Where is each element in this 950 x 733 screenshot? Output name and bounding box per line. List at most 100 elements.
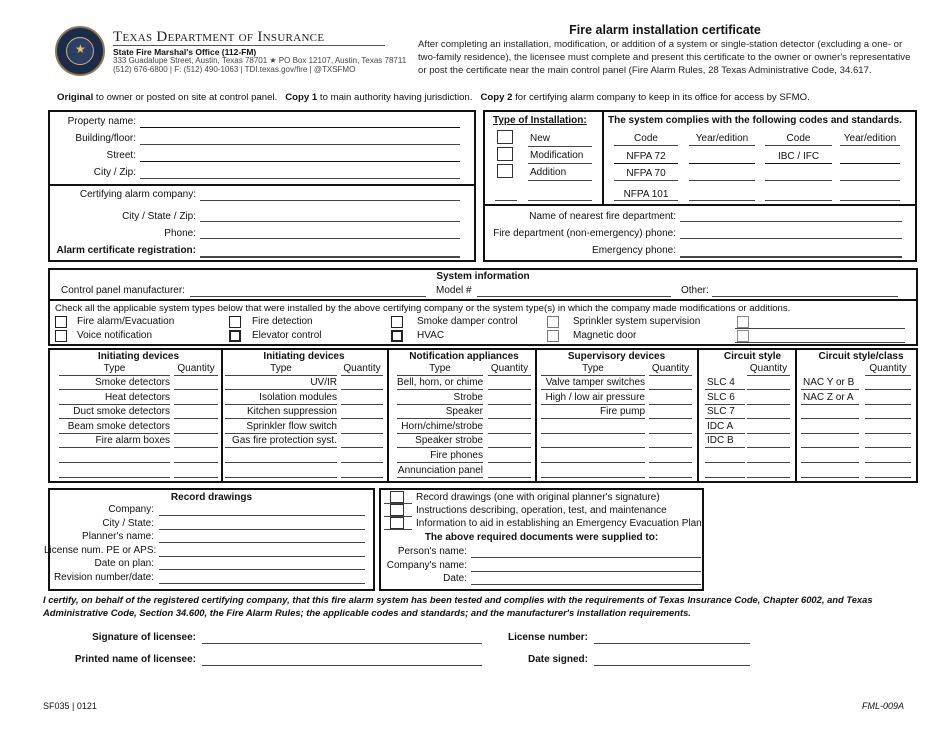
person-name-field[interactable] — [471, 557, 701, 558]
circuit_style-quantity-field[interactable] — [747, 418, 790, 420]
record-drawings-field-input[interactable] — [159, 528, 365, 530]
initiating1-quantity-field[interactable] — [174, 476, 218, 478]
notification-quantity-field[interactable] — [488, 403, 531, 405]
panel-manufacturer-field[interactable] — [190, 296, 426, 297]
circuit_class-quantity-field[interactable] — [865, 389, 911, 390]
initiating1-quantity-field[interactable] — [174, 462, 218, 463]
notification-quantity-field[interactable] — [488, 432, 531, 434]
circuit_class-quantity-field[interactable] — [865, 432, 911, 434]
custom-code-field-2[interactable] — [765, 200, 832, 201]
documents-date-field[interactable] — [471, 584, 701, 585]
notification-quantity-field[interactable] — [488, 462, 531, 463]
initiating2-quantity-field[interactable] — [341, 432, 383, 434]
supervisory-quantity-field[interactable] — [649, 462, 692, 463]
supervisory-quantity-field[interactable] — [649, 389, 692, 390]
circuit_style-quantity-field[interactable] — [747, 462, 790, 463]
certifying-company-field[interactable] — [200, 200, 460, 201]
fire-detection-checkbox[interactable] — [229, 316, 241, 328]
circuit_style-type-field[interactable] — [705, 476, 745, 478]
hvac-checkbox[interactable] — [391, 330, 403, 342]
other-field[interactable] — [712, 296, 898, 297]
circuit_style-quantity-field[interactable] — [747, 403, 790, 405]
other-system-checkbox-1[interactable] — [737, 316, 749, 328]
record-drawings-field-input[interactable] — [159, 583, 365, 584]
printed-name-field[interactable] — [202, 665, 482, 666]
supervisory-type-field[interactable] — [541, 447, 645, 449]
initiating1-quantity-field[interactable] — [174, 447, 218, 449]
elevator-control-checkbox[interactable] — [229, 330, 241, 342]
notification-quantity-field[interactable] — [488, 476, 531, 478]
initiating1-quantity-field[interactable] — [174, 432, 218, 434]
initiating1-quantity-field[interactable] — [174, 403, 218, 405]
supervisory-type-field[interactable] — [541, 476, 645, 478]
magnetic-door-checkbox[interactable] — [547, 330, 559, 342]
circuit_class-type-field[interactable] — [801, 476, 859, 478]
circuit_class-type-field[interactable] — [801, 462, 859, 463]
initiating1-quantity-field[interactable] — [174, 389, 218, 390]
alarm-certificate-registration-field[interactable] — [200, 256, 460, 258]
date-signed-field[interactable] — [594, 665, 750, 666]
other-system-field-1[interactable] — [735, 328, 905, 329]
city-zip-field[interactable] — [140, 178, 460, 179]
new-checkbox[interactable] — [497, 130, 513, 144]
company-city-state-zip-field[interactable] — [200, 221, 460, 222]
supervisory-type-field[interactable] — [541, 462, 645, 463]
property-name-field[interactable] — [140, 127, 460, 128]
custom-code-field-1[interactable] — [765, 180, 832, 181]
evacuation-plan-doc-checkbox[interactable] — [390, 517, 404, 529]
circuit_class-quantity-field[interactable] — [865, 462, 911, 463]
supervisory-quantity-field[interactable] — [649, 403, 692, 405]
model-field[interactable] — [477, 296, 671, 297]
supervisory-quantity-field[interactable] — [649, 432, 692, 434]
fire-alarm-evacuation-checkbox[interactable] — [55, 316, 67, 328]
addition-checkbox[interactable] — [497, 164, 513, 178]
notification-quantity-field[interactable] — [488, 447, 531, 449]
circuit_style-quantity-field[interactable] — [747, 432, 790, 434]
initiating1-quantity-field[interactable] — [174, 418, 218, 420]
ibc-ifc-year-field[interactable] — [840, 163, 900, 164]
initiating2-quantity-field[interactable] — [341, 389, 383, 390]
voice-notification-checkbox[interactable] — [55, 330, 67, 342]
other-system-checkbox-2[interactable] — [737, 330, 749, 342]
circuit_class-type-field[interactable] — [801, 418, 859, 420]
record-drawings-field-input[interactable] — [159, 555, 365, 557]
supervisory-quantity-field[interactable] — [649, 476, 692, 478]
circuit_style-quantity-field[interactable] — [747, 447, 790, 449]
circuit_style-quantity-field[interactable] — [747, 389, 790, 390]
record-drawings-field-input[interactable] — [159, 542, 365, 544]
sprinkler-supervision-checkbox[interactable] — [547, 316, 559, 328]
other-system-field-2[interactable] — [735, 342, 905, 343]
initiating2-quantity-field[interactable] — [341, 403, 383, 405]
circuit_class-quantity-field[interactable] — [865, 476, 911, 478]
signature-field[interactable] — [202, 643, 482, 644]
fire-dept-phone-field[interactable] — [680, 238, 902, 239]
initiating2-quantity-field[interactable] — [341, 418, 383, 420]
nfpa70-year-field[interactable] — [689, 180, 755, 181]
supervisory-quantity-field[interactable] — [649, 418, 692, 420]
initiating1-type-field[interactable] — [59, 476, 170, 478]
circuit_style-type-field[interactable] — [705, 462, 745, 463]
notification-quantity-field[interactable] — [488, 389, 531, 390]
supervisory-type-field[interactable] — [541, 432, 645, 434]
building-floor-field[interactable] — [140, 144, 460, 145]
circuit_style-quantity-field[interactable] — [747, 476, 790, 478]
notification-quantity-field[interactable] — [488, 418, 531, 420]
record-drawings-doc-checkbox[interactable] — [390, 491, 404, 503]
smoke-damper-control-checkbox[interactable] — [391, 316, 403, 328]
nfpa72-year-field[interactable] — [689, 163, 755, 164]
modification-checkbox[interactable] — [497, 147, 513, 161]
emergency-phone-field[interactable] — [680, 256, 902, 258]
initiating2-quantity-field[interactable] — [341, 447, 383, 449]
nfpa101-year-field[interactable] — [689, 200, 755, 201]
instructions-doc-checkbox[interactable] — [390, 504, 404, 516]
initiating2-quantity-field[interactable] — [341, 462, 383, 463]
circuit_class-type-field[interactable] — [801, 447, 859, 449]
company-name-field[interactable] — [471, 571, 701, 572]
custom-code-year-field-1[interactable] — [840, 180, 900, 181]
initiating2-type-field[interactable] — [225, 462, 337, 463]
supervisory-quantity-field[interactable] — [649, 447, 692, 449]
record-drawings-field-input[interactable] — [159, 569, 365, 571]
company-phone-field[interactable] — [200, 238, 460, 239]
initiating2-quantity-field[interactable] — [341, 476, 383, 478]
street-field[interactable] — [140, 161, 460, 162]
